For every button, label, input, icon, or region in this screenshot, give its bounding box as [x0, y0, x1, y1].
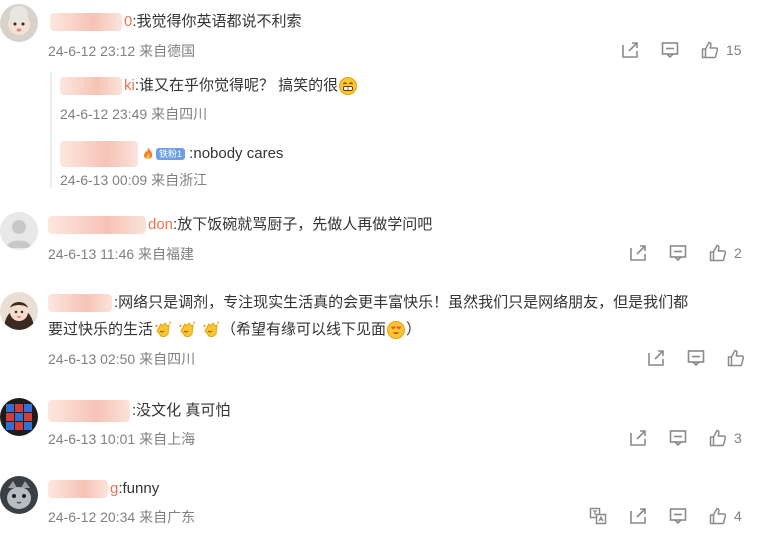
like-count: 4 — [734, 508, 742, 524]
comment-body: :funny — [118, 480, 160, 497]
comment-icon — [686, 348, 706, 368]
reply-location: 来自四川 — [151, 106, 208, 122]
like-icon — [708, 506, 728, 526]
share-button[interactable] — [628, 428, 648, 448]
comment-body-part: ） — [406, 321, 422, 338]
share-icon — [628, 506, 648, 526]
share-icon — [628, 428, 648, 448]
comment-text: g:funny — [48, 479, 159, 499]
like-button[interactable]: 3 — [708, 428, 742, 448]
clap-emoji-icon — [177, 320, 197, 340]
share-icon — [646, 348, 666, 368]
comment-date: 24-6-12 23:12 — [48, 43, 136, 59]
avatar[interactable] — [0, 476, 38, 514]
comment-location: 来自上海 — [139, 431, 196, 447]
comment-date: 24-6-13 02:50 — [48, 351, 136, 367]
translate-button[interactable] — [588, 506, 608, 526]
share-icon — [620, 40, 640, 60]
like-count: 3 — [734, 430, 742, 446]
comment-icon — [668, 506, 688, 526]
share-button[interactable] — [628, 506, 648, 526]
username-blurred[interactable] — [48, 400, 130, 422]
fan-badge: 铁粉1 — [156, 148, 186, 160]
avatar[interactable] — [0, 292, 38, 330]
comment-location: 来自福建 — [138, 246, 195, 262]
like-button[interactable]: 2 — [708, 243, 742, 263]
comment-body-part: （希望有缘可以线下见面 — [221, 321, 387, 338]
share-button[interactable] — [646, 348, 666, 368]
fire-badge-icon — [140, 146, 156, 162]
comment-text-line2: 要过快乐的生活 （希望有缘可以线下见面 ） — [48, 320, 421, 340]
like-button[interactable]: 4 — [708, 506, 742, 526]
comment-body: :没文化 真可怕 — [132, 401, 231, 419]
comment-button[interactable] — [668, 506, 688, 526]
comment-icon — [668, 428, 688, 448]
username-blurred[interactable] — [48, 216, 146, 235]
comment-button[interactable] — [668, 243, 688, 263]
heart-eyes-emoji-icon — [386, 320, 406, 340]
comment-meta: 24-6-13 10:01 来自上海 — [48, 430, 195, 448]
like-count: 15 — [726, 42, 742, 58]
comment-meta: 24-6-12 23:12 来自德国 — [48, 42, 195, 60]
comment-location: 来自德国 — [139, 43, 196, 59]
reply-date: 24-6-12 23:49 — [60, 106, 148, 122]
comment-meta: 24-6-13 11:46 来自福建 — [48, 245, 194, 263]
reply-thread-line — [50, 72, 52, 188]
comment-location: 来自四川 — [139, 351, 196, 367]
clap-emoji-icon — [201, 320, 221, 340]
grin-emoji-icon — [338, 76, 358, 96]
reply-body: :谁又在乎你觉得呢？ 搞笑的很 — [134, 77, 339, 94]
like-icon — [700, 40, 720, 60]
reply-meta: 24-6-13 00:09 来自浙江 — [60, 171, 207, 189]
share-button[interactable] — [620, 40, 640, 60]
like-icon — [708, 428, 728, 448]
username-suffix[interactable]: ki — [124, 77, 135, 94]
comment-meta: 24-6-13 02:50 来自四川 — [48, 350, 195, 368]
avatar[interactable] — [0, 212, 38, 250]
clap-emoji-icon — [153, 320, 173, 340]
username-suffix[interactable]: don — [148, 216, 173, 233]
username-blurred[interactable] — [60, 141, 138, 167]
comment-body: :放下饭碗就骂厨子，先做人再做学问吧 — [173, 216, 433, 233]
share-button[interactable] — [628, 243, 648, 263]
share-icon — [628, 243, 648, 263]
comment-button[interactable] — [668, 428, 688, 448]
like-icon — [726, 348, 746, 368]
comment-button[interactable] — [660, 40, 680, 60]
reply-meta: 24-6-12 23:49 来自四川 — [60, 105, 207, 123]
comment-text: 0:我觉得你英语都说不利索 — [50, 12, 302, 32]
like-icon — [708, 243, 728, 263]
username-blurred[interactable] — [48, 294, 112, 313]
reply-text: 铁粉1 :nobody cares — [60, 141, 283, 167]
like-button[interactable] — [726, 348, 752, 368]
like-count: 2 — [734, 245, 742, 261]
comment-text: don:放下饭碗就骂厨子，先做人再做学问吧 — [48, 215, 432, 235]
translate-icon — [588, 506, 608, 526]
username-blurred[interactable] — [60, 77, 122, 96]
comment-icon — [668, 243, 688, 263]
comment-icon — [660, 40, 680, 60]
comment-date: 24-6-13 11:46 — [48, 246, 135, 262]
comment-text: :没文化 真可怕 — [48, 400, 230, 422]
reply-date: 24-6-13 00:09 — [60, 172, 148, 188]
comment-body: :我觉得你英语都说不利索 — [132, 13, 302, 30]
comment-meta: 24-6-12 20:34 来自广东 — [48, 508, 195, 526]
comment-date: 24-6-13 10:01 — [48, 431, 136, 447]
comment-body-part: 要过快乐的生活 — [48, 321, 154, 338]
avatar[interactable] — [0, 398, 38, 436]
avatar[interactable] — [0, 4, 38, 42]
comment-button[interactable] — [686, 348, 706, 368]
reply-location: 来自浙江 — [151, 172, 208, 188]
username-blurred[interactable] — [50, 13, 122, 32]
comment-date: 24-6-12 20:34 — [48, 509, 136, 525]
comment-text: :网络只是调剂，专注现实生活真的会更丰富快乐！虽然我们只是网络朋友，但是我们都 — [48, 293, 688, 313]
username-blurred[interactable] — [48, 480, 108, 499]
comment-location: 来自广东 — [139, 509, 196, 525]
comment-body-line1: :网络只是调剂，专注现实生活真的会更丰富快乐！虽然我们只是网络朋友，但是我们都 — [114, 294, 689, 311]
reply-text: ki:谁又在乎你觉得呢？ 搞笑的很 — [60, 76, 358, 96]
like-button[interactable]: 15 — [700, 40, 742, 60]
reply-body: :nobody cares — [185, 144, 284, 162]
